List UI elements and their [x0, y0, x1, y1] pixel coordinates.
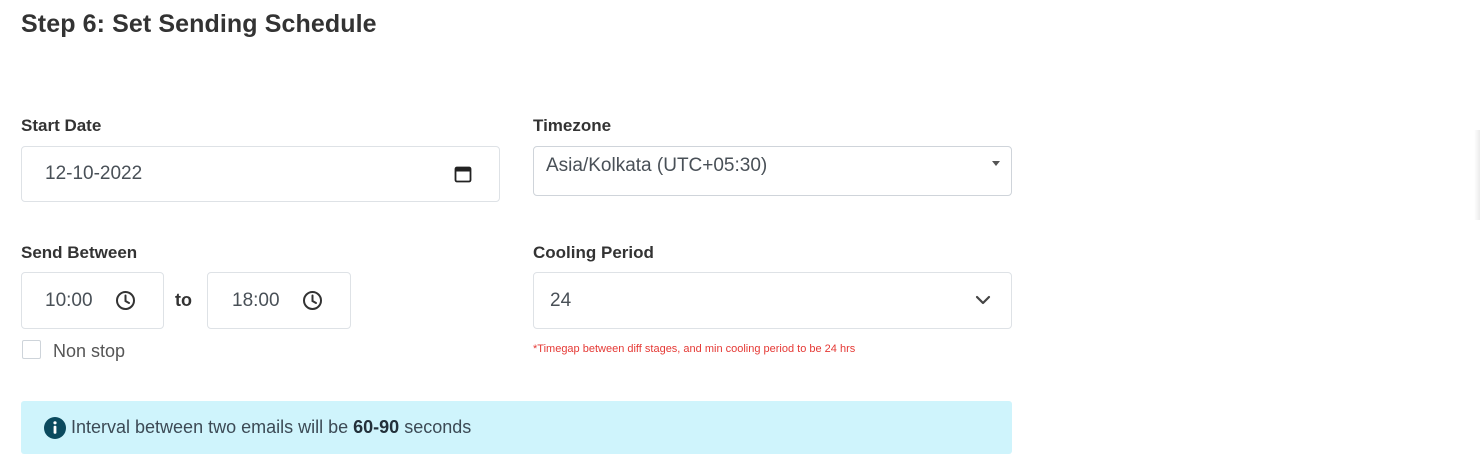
non-stop-checkbox[interactable] — [22, 340, 41, 359]
send-to-value: 18:00 — [232, 289, 280, 311]
send-to-time-input[interactable]: 18:00 — [207, 272, 351, 329]
caret-down-icon — [991, 160, 1001, 168]
send-from-value: 10:00 — [45, 289, 93, 311]
cooling-period-select[interactable]: 24 — [533, 272, 1012, 329]
calendar-icon[interactable] — [454, 165, 472, 183]
timezone-select[interactable]: Asia/Kolkata (UTC+05:30) — [533, 146, 1012, 196]
timezone-label: Timezone — [533, 116, 612, 135]
start-date-label: Start Date — [21, 116, 102, 135]
timezone-value: Asia/Kolkata (UTC+05:30) — [546, 155, 768, 176]
panel-edge-shadow — [1474, 130, 1480, 220]
cooling-period-value: 24 — [550, 289, 572, 311]
start-date-value: 12-10-2022 — [45, 163, 143, 184]
chevron-down-icon — [975, 295, 991, 305]
clock-icon[interactable] — [115, 290, 136, 311]
start-date-input[interactable]: 12-10-2022 — [21, 146, 500, 202]
non-stop-label: Non stop — [53, 341, 126, 361]
send-between-label: Send Between — [21, 243, 138, 262]
page-title: Step 6: Set Sending Schedule — [21, 10, 377, 38]
send-from-time-input[interactable]: 10:00 — [21, 272, 164, 329]
interval-range: 60-90 — [353, 417, 400, 437]
cooling-period-label: Cooling Period — [533, 243, 654, 262]
interval-prefix: Interval between two emails will be — [71, 417, 349, 437]
info-icon — [43, 416, 67, 440]
interval-suffix: seconds — [404, 417, 472, 437]
to-label: to — [175, 290, 192, 310]
interval-info-alert: Interval between two emails will be 60-9… — [21, 401, 1012, 454]
clock-icon[interactable] — [302, 290, 323, 311]
cooling-period-hint: *Timegap between diff stages, and min co… — [533, 343, 856, 355]
